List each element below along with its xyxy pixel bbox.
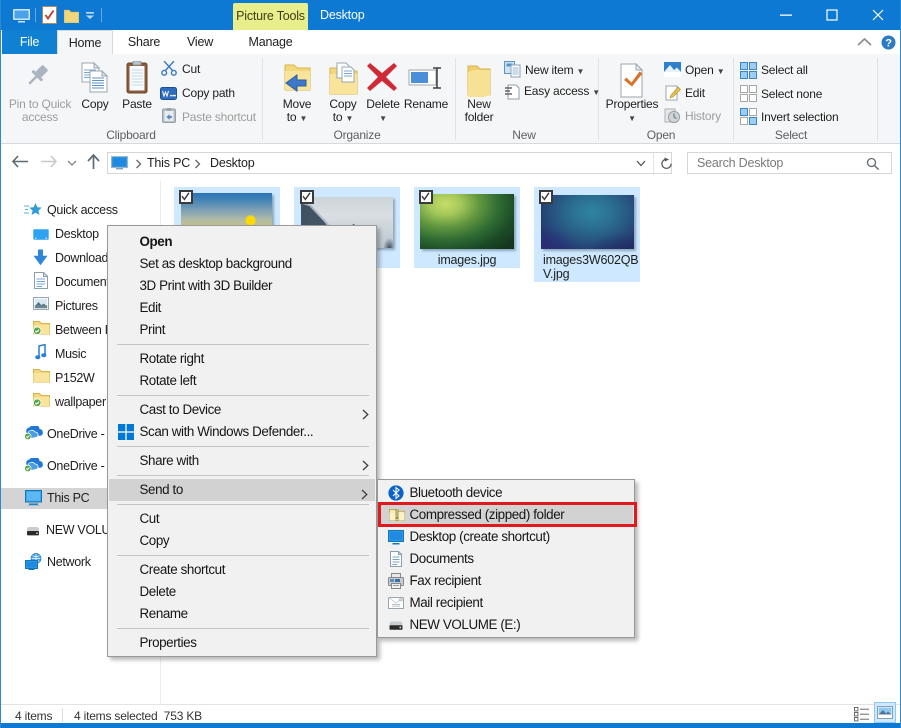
svg-text:?: ? [885, 38, 892, 50]
